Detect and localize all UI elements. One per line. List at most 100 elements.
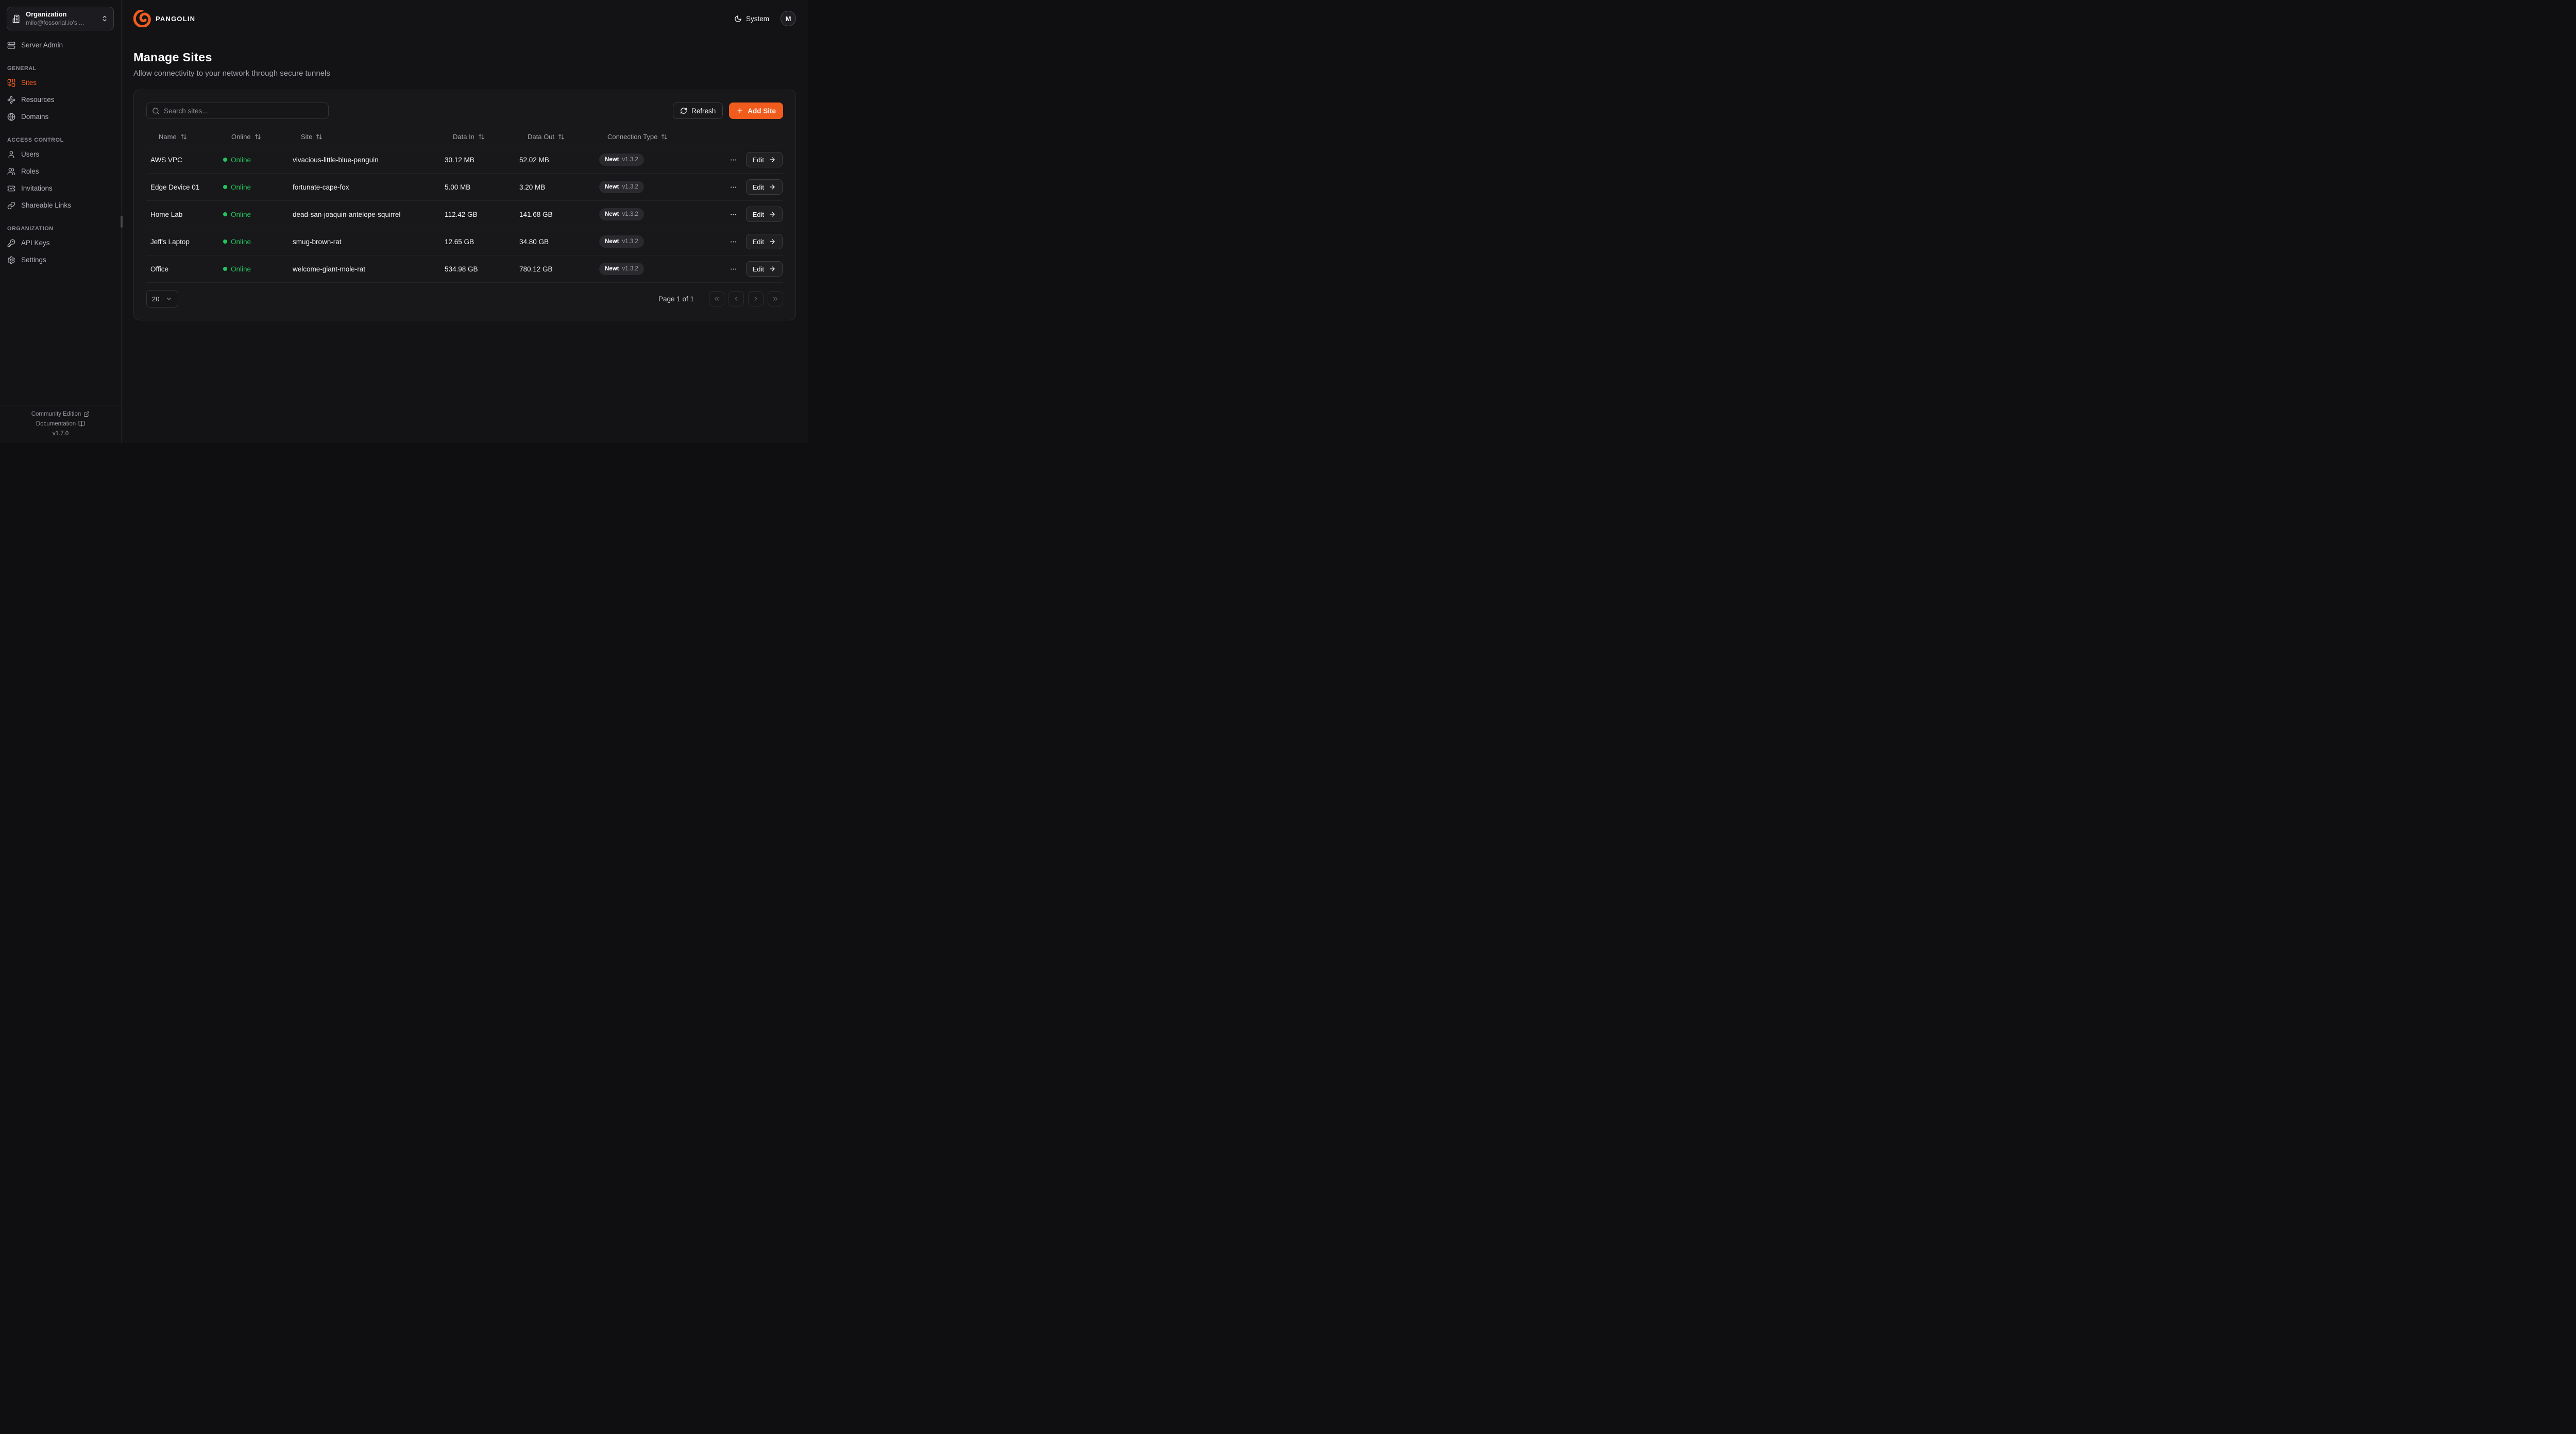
sidebar-resize-handle[interactable] [121,216,123,228]
add-site-button[interactable]: Add Site [729,103,783,119]
theme-label: System [746,15,769,23]
connection-badge: Newtv1.3.2 [599,263,644,275]
app: Organization milo@fossorial.io's ... Ser… [0,0,808,443]
refresh-icon [680,107,687,114]
row-menu-button[interactable] [730,183,737,191]
status-cell: Online [219,156,289,164]
edit-button[interactable]: Edit [746,152,783,167]
page-size-select[interactable]: 20 [146,290,178,308]
community-edition-label: Community Edition [31,411,81,417]
connection-type-cell: Newtv1.3.2 [595,235,685,248]
moon-icon [734,15,742,23]
site-name: Jeff's Laptop [146,238,219,246]
status-cell: Online [219,265,289,273]
page-info: Page 1 of 1 [658,295,694,303]
pagination: Page 1 of 1 [658,291,783,306]
connection-type: Newt [605,211,619,217]
online-dot [223,212,227,216]
chevrons-left-icon [713,295,720,302]
gear-icon [7,256,15,264]
globe-icon [7,113,15,121]
edit-button[interactable]: Edit [746,261,783,277]
row-menu-button[interactable] [730,265,737,273]
sites-table: Name Online Site Data In Data Out Connec… [146,127,783,283]
edit-label: Edit [753,238,764,246]
nav-section-access-control: ACCESS CONTROL [7,137,114,143]
avatar[interactable]: M [781,11,796,26]
site-name: Home Lab [146,211,219,218]
edit-button[interactable]: Edit [746,234,783,249]
column-header-name[interactable]: Name [146,133,219,141]
sidebar-item-label: Domains [21,113,48,121]
ellipsis-icon [730,211,737,218]
community-edition-link[interactable]: Community Edition [0,411,121,417]
actions-cell: Edit [685,179,783,195]
org-label: Organization [26,10,96,19]
chevron-down-icon [165,295,173,302]
status-badge: Online [231,238,251,246]
server-icon [7,41,15,49]
sidebar-item-roles[interactable]: Roles [7,163,114,180]
sidebar-item-label: Resources [21,96,55,104]
next-page-button[interactable] [748,291,764,306]
column-header-online[interactable]: Online [219,133,289,141]
sidebar-item-users[interactable]: Users [7,146,114,163]
sidebar-item-label: API Keys [21,239,50,247]
prev-page-button[interactable] [728,291,744,306]
last-page-button[interactable] [768,291,783,306]
pager-buttons [709,291,783,306]
column-label: Online [231,133,251,141]
add-site-label: Add Site [748,107,776,115]
connection-type-cell: Newtv1.3.2 [595,208,685,220]
sites-card: Refresh Add Site Name Online Site Data I… [133,90,796,320]
edit-button[interactable]: Edit [746,207,783,222]
avatar-initial: M [786,15,791,23]
ellipsis-icon [730,156,737,164]
sidebar-item-settings[interactable]: Settings [7,251,114,268]
org-texts: Organization milo@fossorial.io's ... [26,10,96,26]
first-page-button[interactable] [709,291,724,306]
actions-cell: Edit [685,261,783,277]
search-icon [152,107,160,115]
sidebar-item-label: Sites [21,79,37,87]
sidebar-item-api-keys[interactable]: API Keys [7,234,114,251]
row-menu-button[interactable] [730,211,737,218]
table-row: Home Lab Online dead-san-joaquin-antelop… [146,201,783,228]
sidebar-item-resources[interactable]: Resources [7,91,114,108]
sidebar-item-label: Invitations [21,184,53,192]
site-name: Edge Device 01 [146,183,219,191]
toolbar-actions: Refresh Add Site [673,103,783,119]
edit-button[interactable]: Edit [746,179,783,195]
pangolin-logo-icon [133,10,151,27]
status-badge: Online [231,156,251,164]
sidebar-nav: Server Admin GENERAL Sites Resources Dom… [0,30,121,268]
sidebar-item-domains[interactable]: Domains [7,108,114,125]
search-input[interactable] [164,107,323,115]
documentation-link[interactable]: Documentation [0,420,121,427]
sidebar-item-server-admin[interactable]: Server Admin [7,37,114,54]
column-header-data-in[interactable]: Data In [440,133,515,141]
site-name: Office [146,265,219,273]
sort-icon [661,133,668,140]
column-header-data-out[interactable]: Data Out [515,133,595,141]
column-header-connection-type[interactable]: Connection Type [595,133,685,141]
sidebar-item-shareable-links[interactable]: Shareable Links [7,197,114,214]
user-icon [7,150,15,159]
online-dot [223,158,227,162]
sidebar-item-sites[interactable]: Sites [7,74,114,91]
column-header-site[interactable]: Site [289,133,440,141]
connection-badge: Newtv1.3.2 [599,208,644,220]
connection-type-cell: Newtv1.3.2 [595,181,685,193]
sidebar: Organization milo@fossorial.io's ... Ser… [0,0,122,443]
sidebar-item-label: Shareable Links [21,201,71,209]
connection-badge: Newtv1.3.2 [599,181,644,193]
org-switcher[interactable]: Organization milo@fossorial.io's ... [7,7,114,30]
sidebar-item-invitations[interactable]: Invitations [7,180,114,197]
refresh-button[interactable]: Refresh [673,103,723,119]
actions-cell: Edit [685,152,783,167]
row-menu-button[interactable] [730,156,737,164]
data-out: 52.02 MB [515,156,595,164]
row-menu-button[interactable] [730,238,737,246]
theme-toggle[interactable]: System [734,15,769,23]
connection-type-cell: Newtv1.3.2 [595,263,685,275]
